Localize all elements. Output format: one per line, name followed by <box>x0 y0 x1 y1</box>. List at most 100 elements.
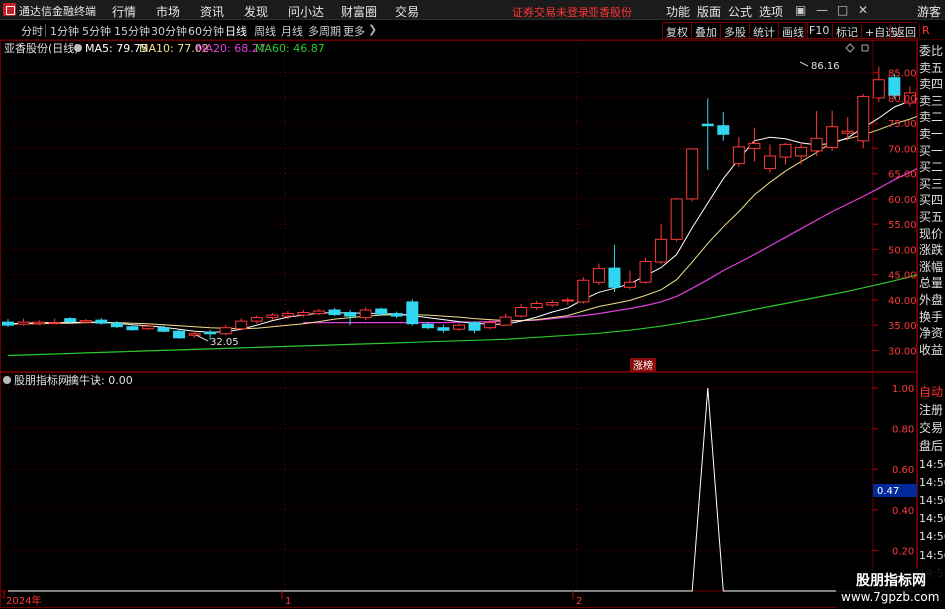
candle-body <box>624 281 636 288</box>
quote-side-panel: 委比 卖五 卖四 卖三 卖二 卖一 买一 买二 买三 买四 买五 现价 涨跌 涨幅 总量 外盘 换手 净资 收益 自… <box>917 40 945 609</box>
restore-icon[interactable]: ▣ <box>795 3 806 17</box>
date-label: 1 <box>285 596 291 607</box>
candle-body <box>64 318 77 323</box>
candle <box>810 111 823 156</box>
back-button[interactable]: 返回 <box>890 22 920 39</box>
menu-formula[interactable]: 公式 <box>728 3 752 20</box>
candle <box>624 270 636 290</box>
menu-trade[interactable]: 交易 <box>395 3 419 20</box>
candle-body <box>655 238 668 263</box>
menu-discover[interactable]: 发现 <box>244 3 268 20</box>
period-tab-timeshare[interactable]: 分时 <box>21 23 43 39</box>
candlestick-series <box>2 66 945 340</box>
adjust-button[interactable]: 复权 <box>662 22 692 39</box>
side-link[interactable]: 交易 <box>919 420 945 436</box>
candle-body <box>577 279 590 303</box>
period-tab-more[interactable]: 更多 <box>343 23 365 39</box>
quote-field-label: 涨幅 <box>919 259 944 274</box>
period-tab-5min[interactable]: 5分钟 <box>82 23 111 39</box>
close-icon[interactable]: ✕ <box>858 3 868 17</box>
candle-body <box>281 313 294 317</box>
candle-body <box>841 130 854 134</box>
candle <box>266 313 279 321</box>
candle <box>17 318 30 326</box>
more-arrow-icon[interactable]: ❯ <box>368 23 377 36</box>
candle-body <box>110 322 123 328</box>
statistics-button[interactable]: 统计 <box>749 22 779 39</box>
menu-layout[interactable]: 版面 <box>697 3 721 20</box>
candle <box>608 244 621 292</box>
menu-options[interactable]: 选项 <box>759 3 783 20</box>
sub-toggle-icon[interactable] <box>3 376 11 384</box>
period-tab-15min[interactable]: 15分钟 <box>114 23 150 39</box>
candle <box>592 263 605 285</box>
guest-user[interactable]: 游客 <box>917 3 941 20</box>
candle <box>390 311 403 319</box>
header-toggle-icon[interactable] <box>74 44 82 52</box>
mark-button[interactable]: 标记 <box>832 22 862 39</box>
app-title: 通达信金融终端 <box>19 5 96 18</box>
auto-label[interactable]: 自动 <box>919 384 945 400</box>
side-link[interactable]: 盘后 <box>919 438 945 454</box>
stock-tag[interactable]: 亚香股份 <box>588 4 632 20</box>
minimize-icon[interactable]: — <box>816 3 828 17</box>
candle <box>655 224 668 265</box>
overlay-button[interactable]: 叠加 <box>691 22 721 39</box>
candle-body <box>499 316 512 326</box>
period-tab-weekly[interactable]: 周线 <box>254 23 276 39</box>
tick-time: 14:56 <box>919 494 945 507</box>
candle <box>468 321 481 334</box>
candle-body <box>219 327 232 335</box>
side-link[interactable]: 注册 <box>919 402 945 418</box>
price-tick-label: 70.00 <box>888 144 917 155</box>
menu-news[interactable]: 资讯 <box>200 3 224 20</box>
candle-body <box>344 312 357 317</box>
price-tick-label: 75.00 <box>888 119 917 130</box>
menu-wealth[interactable]: 财富圈 <box>341 3 377 20</box>
period-tab-daily[interactable]: 日线 <box>225 23 247 39</box>
candle-body <box>126 326 139 331</box>
candle <box>701 98 714 171</box>
maximize-icon[interactable]: □ <box>837 3 848 17</box>
draw-line-button[interactable]: 画线 <box>778 22 808 39</box>
candle-body <box>328 309 341 316</box>
candle <box>530 300 543 311</box>
menu-market[interactable]: 行情 <box>112 3 136 20</box>
app-logo-icon <box>3 3 16 16</box>
price-tick-label: 40.00 <box>888 296 917 307</box>
period-tab-monthly[interactable]: 月线 <box>281 23 303 39</box>
price-tick-label: 55.00 <box>888 220 917 231</box>
candle-body <box>188 333 201 336</box>
diamond-icon[interactable] <box>845 43 855 53</box>
chart-area[interactable]: 85.00 80.00 75.00 70.00 65.00 60.00 55.00 50.00… <box>0 40 945 609</box>
period-tab-1min[interactable]: 1分钟 <box>50 23 79 39</box>
period-tab-multi[interactable]: 多周期 <box>308 23 341 39</box>
f10-button[interactable]: F10 <box>805 22 834 39</box>
menu-functions[interactable]: 功能 <box>666 3 690 20</box>
cursor-value: 0.47 <box>877 486 899 497</box>
menu-assistant[interactable]: 问小达 <box>288 3 324 20</box>
period-tab-60min[interactable]: 60分钟 <box>188 23 224 39</box>
multi-stock-button[interactable]: 多股 <box>720 22 750 39</box>
panel-icon[interactable] <box>861 44 869 52</box>
candle <box>173 329 186 339</box>
candle <box>141 323 154 331</box>
candle-body <box>173 330 186 339</box>
quote-field-label: 卖一 <box>919 127 944 141</box>
tick-time: 14:56 <box>919 512 945 526</box>
candle <box>452 323 465 331</box>
high-pointer <box>799 61 809 67</box>
login-notice[interactable]: 证券交易未登录 <box>512 4 589 20</box>
candle <box>841 117 854 141</box>
candle-body <box>313 310 325 315</box>
candle <box>872 66 885 102</box>
date-label: 2 <box>576 596 582 607</box>
quote-field-label: 卖五 <box>919 60 944 75</box>
title-menu-bar: 通达信金融终端 行情 市场 资讯 发现 问小达 财富圈 交易 证券交易未登录 亚… <box>0 0 945 20</box>
kline-chart[interactable]: 85.00 80.00 75.00 70.00 65.00 60.00 55.00 50.00… <box>0 40 945 609</box>
price-tick-label: 60.00 <box>888 195 917 206</box>
candle <box>795 142 808 165</box>
menu-exchange[interactable]: 市场 <box>156 3 180 20</box>
period-tab-30min[interactable]: 30分钟 <box>151 23 187 39</box>
low-pointer <box>195 334 209 342</box>
